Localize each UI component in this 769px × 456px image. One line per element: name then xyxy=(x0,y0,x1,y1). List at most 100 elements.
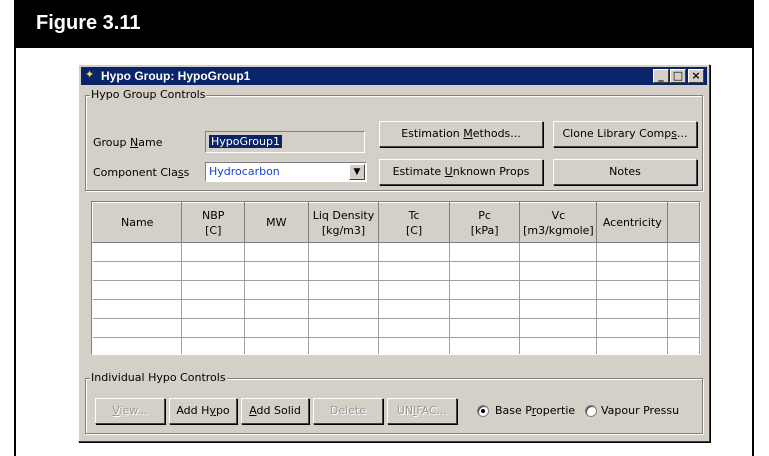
dropdown-arrow-icon[interactable]: ▼ xyxy=(349,164,365,180)
table-cell[interactable] xyxy=(519,261,598,281)
table-cell[interactable] xyxy=(181,337,246,354)
base-properties-radio[interactable] xyxy=(477,405,489,417)
vapour-pressure-radio[interactable] xyxy=(585,405,597,417)
table-cell[interactable] xyxy=(244,318,309,338)
table-cell[interactable] xyxy=(449,318,521,338)
table-cell[interactable] xyxy=(92,280,183,300)
table-cell[interactable] xyxy=(308,261,380,281)
table-row[interactable] xyxy=(92,318,700,338)
table-cell[interactable] xyxy=(378,261,450,281)
clone-library-comps-button[interactable]: Clone Library Comps... xyxy=(553,121,697,147)
minimize-button[interactable]: _ xyxy=(653,69,669,83)
table-cell[interactable] xyxy=(667,242,700,262)
table-row[interactable] xyxy=(92,337,700,354)
column-header-name[interactable]: Name xyxy=(92,202,183,243)
table-row[interactable] xyxy=(92,280,700,300)
component-class-label: Component Class xyxy=(93,166,190,179)
column-header-mw[interactable]: MW xyxy=(244,202,309,243)
table-cell[interactable] xyxy=(181,299,246,319)
table-cell[interactable] xyxy=(519,299,598,319)
table-cell[interactable] xyxy=(378,242,450,262)
app-icon: ✦ xyxy=(85,68,95,81)
table-row[interactable] xyxy=(92,299,700,319)
table-cell[interactable] xyxy=(308,299,380,319)
table-header-row: Name NBP [C] MW Liq Density [kg/m3] Tc [… xyxy=(92,202,700,243)
table-cell[interactable] xyxy=(308,242,380,262)
close-button[interactable]: × xyxy=(688,69,704,83)
column-header-pc[interactable]: Pc [kPa] xyxy=(448,202,521,243)
table-cell[interactable] xyxy=(596,299,669,319)
table-cell[interactable] xyxy=(378,318,450,338)
table-cell[interactable] xyxy=(667,299,700,319)
table-cell[interactable] xyxy=(308,337,380,354)
component-class-select[interactable]: Hydrocarbon ▼ xyxy=(205,162,367,182)
group-name-value: HypoGroup1 xyxy=(209,135,282,148)
table-cell[interactable] xyxy=(596,261,669,281)
table-cell[interactable] xyxy=(181,261,246,281)
notes-button[interactable]: Notes xyxy=(553,159,697,185)
table-cell[interactable] xyxy=(519,280,598,300)
table-cell[interactable] xyxy=(308,318,380,338)
table-cell[interactable] xyxy=(92,299,183,319)
table-cell[interactable] xyxy=(596,337,669,354)
table-cell[interactable] xyxy=(667,280,700,300)
table-cell[interactable] xyxy=(181,280,246,300)
add-solid-button[interactable]: Add Solid xyxy=(241,398,309,424)
base-properties-label[interactable]: Base Propertie xyxy=(495,404,575,417)
table-cell[interactable] xyxy=(596,318,669,338)
table-cell[interactable] xyxy=(378,337,450,354)
column-header-vc[interactable]: Vc [m3/kgmole] xyxy=(519,202,598,243)
table-cell[interactable] xyxy=(519,318,598,338)
table-cell[interactable] xyxy=(378,280,450,300)
table-cell[interactable] xyxy=(308,280,380,300)
table-cell[interactable] xyxy=(181,318,246,338)
table-row[interactable] xyxy=(92,261,700,281)
table-cell[interactable] xyxy=(449,299,521,319)
column-header-liq-density[interactable]: Liq Density [kg/m3] xyxy=(307,202,380,243)
component-class-value: Hydrocarbon xyxy=(209,165,280,178)
table-cell[interactable] xyxy=(449,280,521,300)
table-cell[interactable] xyxy=(244,280,309,300)
table-cell[interactable] xyxy=(667,318,700,338)
maximize-button[interactable]: □ xyxy=(670,69,686,83)
table-cell[interactable] xyxy=(596,242,669,262)
table-cell[interactable] xyxy=(449,261,521,281)
table-cell[interactable] xyxy=(449,242,521,262)
hypo-group-window: ✦ Hypo Group: HypoGroup1 _ □ × Hypo Grou… xyxy=(78,64,710,442)
table-cell[interactable] xyxy=(244,299,309,319)
table-cell[interactable] xyxy=(244,337,309,354)
table-cell[interactable] xyxy=(596,280,669,300)
group-name-field[interactable]: HypoGroup1 xyxy=(205,131,365,153)
table-cell[interactable] xyxy=(92,261,183,281)
table-cell[interactable] xyxy=(92,337,183,354)
figure-frame: Figure 3.11 ✦ Hypo Group: HypoGroup1 _ □… xyxy=(14,0,754,456)
column-header-tc[interactable]: Tc [C] xyxy=(378,202,450,243)
unifac-button[interactable]: UNIFAC... xyxy=(387,398,457,424)
view-button[interactable]: View... xyxy=(95,398,165,424)
column-header-acentricity[interactable]: Acentricity xyxy=(596,202,669,243)
table-cell[interactable] xyxy=(519,337,598,354)
hypo-components-table[interactable]: Name NBP [C] MW Liq Density [kg/m3] Tc [… xyxy=(91,201,701,355)
column-header-nbp[interactable]: NBP [C] xyxy=(181,202,246,243)
estimation-methods-button[interactable]: Estimation Methods... xyxy=(379,121,543,147)
table-cell[interactable] xyxy=(92,242,183,262)
add-hypo-button[interactable]: Add Hypo xyxy=(169,398,237,424)
table-cell[interactable] xyxy=(181,242,246,262)
figure-title: Figure 3.11 xyxy=(16,2,752,48)
estimate-unknown-props-button[interactable]: Estimate Unknown Props xyxy=(379,159,543,185)
table-cell[interactable] xyxy=(92,318,183,338)
window-title: Hypo Group: HypoGroup1 xyxy=(101,69,251,83)
delete-button[interactable]: Delete xyxy=(313,398,383,424)
title-bar[interactable]: ✦ Hypo Group: HypoGroup1 _ □ × xyxy=(81,67,707,85)
table-cell[interactable] xyxy=(449,337,521,354)
table-cell[interactable] xyxy=(244,242,309,262)
individual-hypo-controls-legend: Individual Hypo Controls xyxy=(90,371,227,384)
hypo-group-controls-legend: Hypo Group Controls xyxy=(90,88,207,101)
table-cell[interactable] xyxy=(378,299,450,319)
table-cell[interactable] xyxy=(519,242,598,262)
table-cell[interactable] xyxy=(667,261,700,281)
table-cell[interactable] xyxy=(667,337,700,354)
vapour-pressure-label[interactable]: Vapour Pressu xyxy=(601,404,679,417)
table-row[interactable] xyxy=(92,242,700,262)
table-cell[interactable] xyxy=(244,261,309,281)
